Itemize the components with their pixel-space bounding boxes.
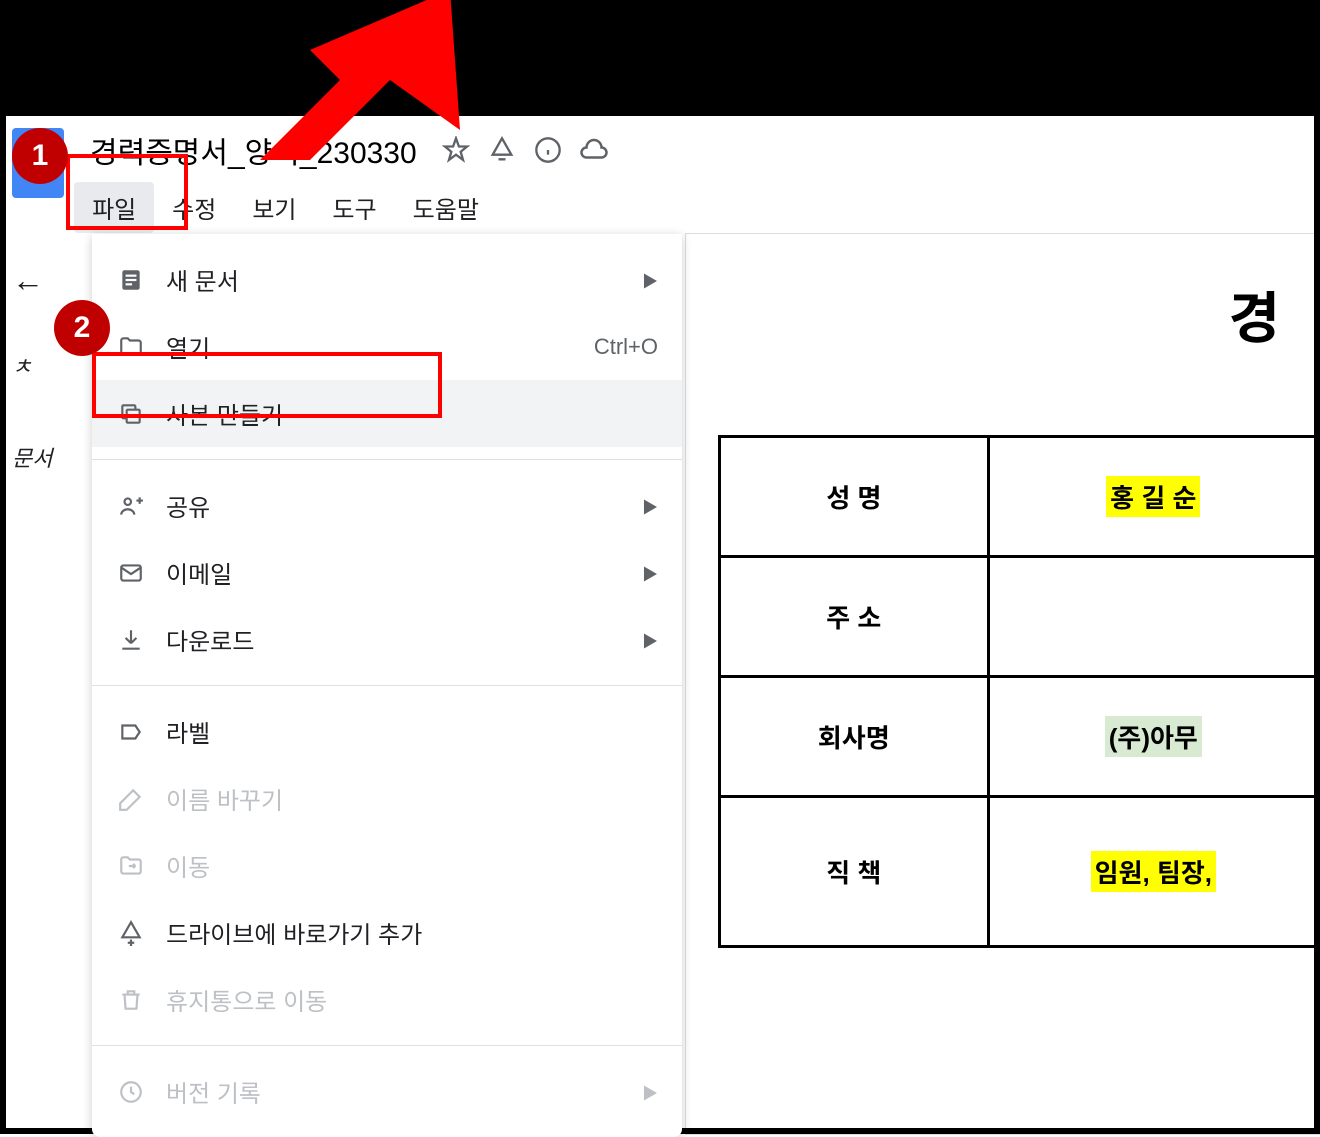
name-value: 홍 길 순 xyxy=(1106,476,1200,517)
document-icon xyxy=(116,265,146,295)
name-value-cell: 홍 길 순 xyxy=(988,437,1318,557)
menu-rename: 이름 바꾸기 xyxy=(92,765,682,832)
submenu-arrow-icon: ▶ xyxy=(642,268,658,292)
menu-download-label: 다운로드 xyxy=(166,622,642,657)
open-shortcut: Ctrl+O xyxy=(594,334,658,360)
company-value-cell: (주)아무 xyxy=(988,677,1318,797)
star-icon[interactable] xyxy=(441,135,471,165)
email-icon xyxy=(116,558,146,588)
menu-edit[interactable]: 수정 xyxy=(154,182,234,233)
position-value: 임원, 팀장, xyxy=(1091,851,1216,892)
menu-tools[interactable]: 도구 xyxy=(315,182,395,233)
share-icon xyxy=(116,491,146,521)
history-icon xyxy=(116,1077,146,1107)
menu-version-history-label: 버전 기록 xyxy=(166,1074,642,1109)
name-label-cell: 성 명 xyxy=(720,437,989,557)
menu-trash: 휴지통으로 이동 xyxy=(92,966,682,1033)
menu-bar: 파일 수정 보기 도구 도움말 xyxy=(74,182,1308,233)
document-content: 경 성 명 홍 길 순 주 소 회사명 (주)아무 직 책 임원, 팀장, xyxy=(686,234,1320,1134)
submenu-arrow-icon: ▶ xyxy=(642,628,658,652)
app-header: 경력증명서_양식_230330 파일 수정 보기 도구 도움말 xyxy=(0,116,1320,233)
menu-trash-label: 휴지통으로 이동 xyxy=(166,982,658,1017)
position-label-cell: 직 책 xyxy=(720,797,989,947)
menu-move: 이동 xyxy=(92,832,682,899)
submenu-arrow-icon: ▶ xyxy=(642,561,658,585)
callout-badge-2: 2 xyxy=(54,300,110,356)
menu-add-shortcut[interactable]: 드라이브에 바로가기 추가 xyxy=(92,899,682,966)
table-row: 회사명 (주)아무 xyxy=(720,677,1319,797)
menu-view[interactable]: 보기 xyxy=(234,182,314,233)
menu-make-copy[interactable]: 사본 만들기 xyxy=(92,380,682,447)
callout-badge-1: 1 xyxy=(12,128,68,184)
menu-download[interactable]: 다운로드 ▶ xyxy=(92,606,682,673)
menu-help[interactable]: 도움말 xyxy=(395,182,497,233)
info-icon[interactable] xyxy=(533,135,563,165)
menu-share[interactable]: 공유 ▶ xyxy=(92,472,682,539)
trash-icon xyxy=(116,985,146,1015)
rename-icon xyxy=(116,784,146,814)
menu-rename-label: 이름 바꾸기 xyxy=(166,781,658,816)
menu-email-label: 이메일 xyxy=(166,555,642,590)
menu-email[interactable]: 이메일 ▶ xyxy=(92,539,682,606)
menu-divider xyxy=(92,459,682,460)
address-value-cell xyxy=(988,557,1318,677)
menu-open-label: 열기 xyxy=(166,329,594,364)
menu-divider xyxy=(92,685,682,686)
menu-version-history: 버전 기록 ▶ xyxy=(92,1058,682,1125)
drive-add-icon xyxy=(116,918,146,948)
side-doc-label: 문서 xyxy=(12,441,52,473)
file-dropdown-menu: 새 문서 ▶ 열기 Ctrl+O 사본 만들기 공유 ▶ 이메일 ▶ 다운로드 … xyxy=(92,234,682,1137)
side-char: ㅊ xyxy=(12,349,52,381)
cloud-saved-icon[interactable] xyxy=(579,135,609,165)
menu-file[interactable]: 파일 xyxy=(74,182,154,233)
menu-open[interactable]: 열기 Ctrl+O xyxy=(92,313,682,380)
top-black-bar xyxy=(0,0,1320,116)
submenu-arrow-icon: ▶ xyxy=(642,1080,658,1104)
menu-make-copy-label: 사본 만들기 xyxy=(166,396,658,431)
back-arrow-icon[interactable]: ← xyxy=(12,262,52,299)
copy-icon xyxy=(116,399,146,429)
frame-border xyxy=(0,116,6,1134)
folder-icon xyxy=(116,332,146,362)
table-row: 주 소 xyxy=(720,557,1319,677)
table-row: 성 명 홍 길 순 xyxy=(720,437,1319,557)
menu-add-shortcut-label: 드라이브에 바로가기 추가 xyxy=(166,915,658,950)
menu-share-label: 공유 xyxy=(166,488,642,523)
position-value-cell: 임원, 팀장, xyxy=(988,797,1318,947)
document-title[interactable]: 경력증명서_양식_230330 xyxy=(82,124,425,176)
drive-shortcut-icon[interactable] xyxy=(487,135,517,165)
menu-move-label: 이동 xyxy=(166,848,658,883)
frame-border xyxy=(1314,116,1320,1134)
address-label-cell: 주 소 xyxy=(720,557,989,677)
document-table: 성 명 홍 길 순 주 소 회사명 (주)아무 직 책 임원, 팀장, xyxy=(718,435,1320,948)
move-icon xyxy=(116,851,146,881)
table-row: 직 책 임원, 팀장, xyxy=(720,797,1319,947)
company-value: (주)아무 xyxy=(1105,716,1202,757)
menu-new-document-label: 새 문서 xyxy=(166,262,642,297)
menu-labels[interactable]: 라벨 xyxy=(92,698,682,765)
label-icon xyxy=(116,717,146,747)
menu-divider xyxy=(92,1045,682,1046)
company-label-cell: 회사명 xyxy=(720,677,989,797)
menu-labels-label: 라벨 xyxy=(166,714,658,749)
download-icon xyxy=(116,625,146,655)
document-heading: 경 xyxy=(686,274,1320,355)
menu-new-document[interactable]: 새 문서 ▶ xyxy=(92,246,682,313)
submenu-arrow-icon: ▶ xyxy=(642,494,658,518)
